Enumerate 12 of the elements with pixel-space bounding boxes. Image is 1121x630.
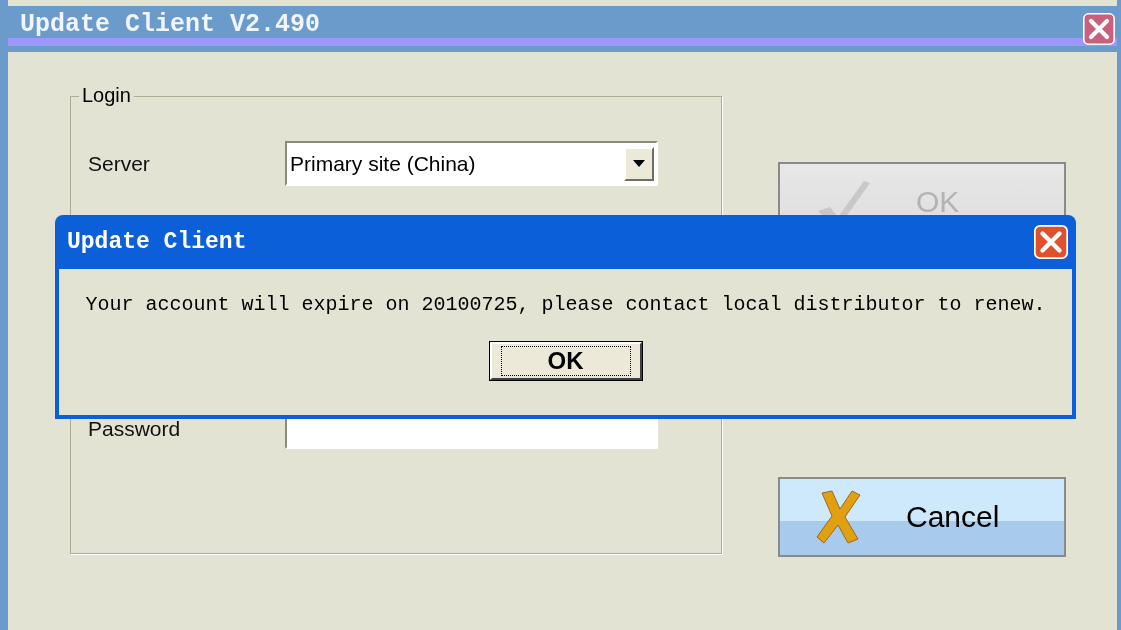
server-dropdown[interactable]: Primary site (China)	[285, 141, 658, 186]
group-legend: Login	[79, 84, 134, 107]
cancel-button[interactable]: Cancel	[778, 477, 1066, 557]
close-icon[interactable]	[1034, 225, 1068, 259]
server-label: Server	[88, 151, 151, 176]
dialog-title: Update Client	[67, 229, 247, 255]
dialog-message: Your account will expire on 20100725, please contact local distributor to renew.	[85, 293, 1046, 316]
close-icon[interactable]	[1083, 13, 1115, 45]
window-title: Update Client V2.490	[20, 9, 321, 39]
x-mark-icon	[816, 489, 862, 545]
password-label: Password	[88, 417, 182, 441]
dialog-ok-button[interactable]: OK	[489, 342, 642, 380]
